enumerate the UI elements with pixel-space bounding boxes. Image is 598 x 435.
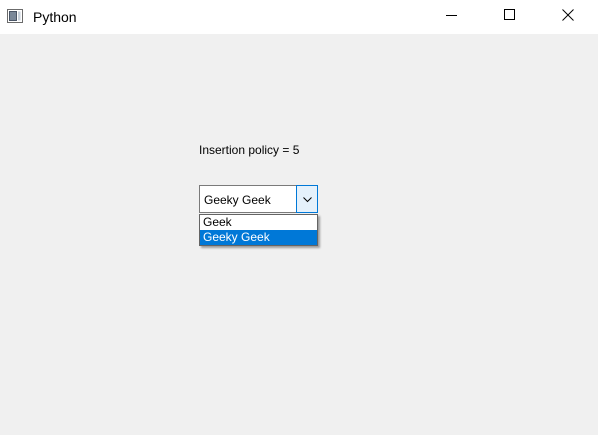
chevron-down-icon xyxy=(302,190,312,208)
dropdown-item-geeky-geek[interactable]: Geeky Geek xyxy=(200,230,317,245)
close-icon xyxy=(562,8,574,26)
combo-dropdown-list: Geek Geeky Geek xyxy=(199,214,318,246)
combo-dropdown-button[interactable] xyxy=(296,185,318,213)
combo-current-value: Geeky Geek xyxy=(204,193,271,207)
dropdown-item-geek[interactable]: Geek xyxy=(200,215,317,230)
app-window: Python Insertion policy = 5 Geeky Geek G… xyxy=(0,0,598,435)
maximize-button[interactable] xyxy=(487,0,533,34)
combo-box[interactable]: Geeky Geek xyxy=(199,185,318,213)
python-app-icon[interactable] xyxy=(7,9,23,23)
insertion-policy-label: Insertion policy = 5 xyxy=(199,143,300,157)
window-title: Python xyxy=(33,9,77,25)
minimize-button[interactable] xyxy=(429,0,475,34)
minimize-icon xyxy=(446,8,458,26)
close-button[interactable] xyxy=(545,0,591,34)
maximize-icon xyxy=(504,8,516,26)
title-bar[interactable]: Python xyxy=(0,0,598,34)
